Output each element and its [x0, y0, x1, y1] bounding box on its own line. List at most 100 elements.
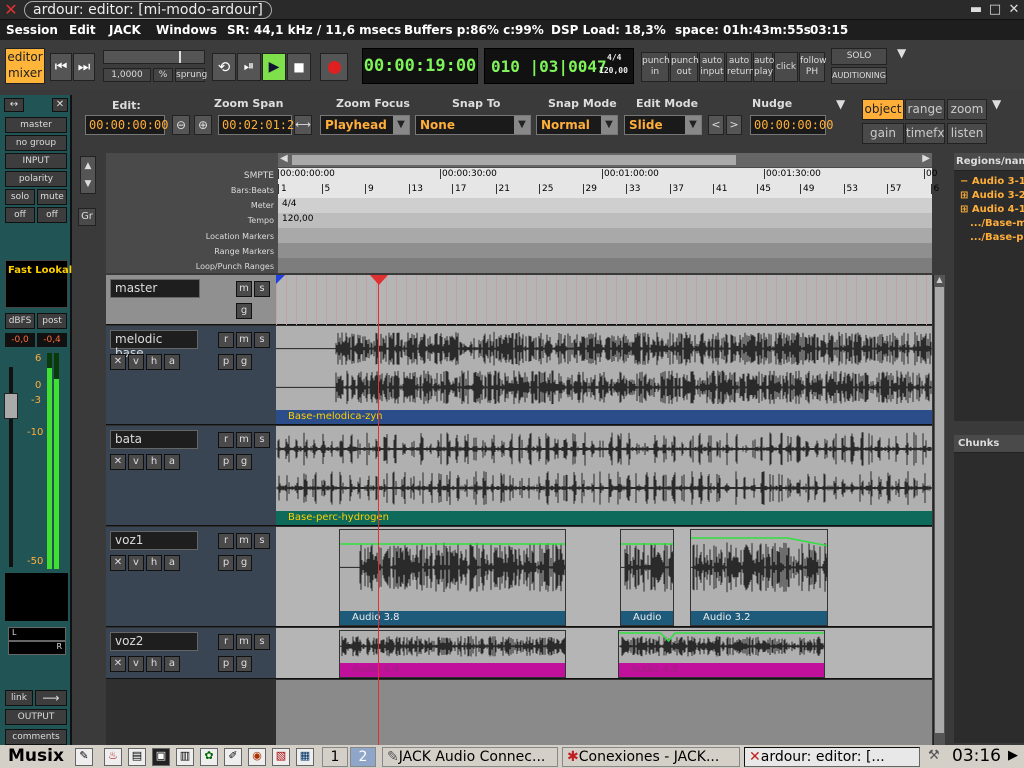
track-header-bata[interactable]: bata r m s ✕ v h a p g [106, 426, 276, 526]
region-item-base-p[interactable]: .../Base-p [970, 232, 1023, 243]
group-tab-button[interactable]: Gr [78, 208, 96, 226]
track-lane-voz1[interactable]: Audio 3.8 Audio 3. Audio 3.2 [276, 527, 932, 627]
edit-clock[interactable]: 00:00:00:00 [85, 115, 168, 135]
region-item-audio-4-1[interactable]: ⊞ Audio 4-1 [960, 204, 1024, 215]
track-lane-bata[interactable]: Base-perc-hydrogen [276, 426, 932, 526]
track-name-melodic-base[interactable]: melodic base [110, 330, 198, 360]
melodic-playlist-button[interactable]: p [218, 354, 234, 370]
track-header-melodic-base[interactable]: melodic base r m s ✕ v h a p g [106, 326, 276, 425]
bata-mute-button[interactable]: m [236, 432, 252, 448]
menu-session[interactable]: Session [6, 23, 58, 37]
smpte-ruler[interactable]: 00:00:00:00 00:00:30:00 00:01:00:00 00:01:3… [278, 168, 937, 183]
strip-group-button[interactable]: no group [5, 135, 67, 151]
bata-solo-button[interactable]: s [254, 432, 270, 448]
track-name-voz2[interactable]: voz2 [110, 632, 198, 651]
chunks-header[interactable]: Chunks [954, 435, 1024, 453]
launcher-java-icon[interactable]: ♨ [104, 748, 122, 766]
scroll-up-icon[interactable]: ▲ [81, 157, 95, 175]
voz1-solo-button[interactable]: s [254, 533, 270, 549]
launcher-terminal-icon[interactable]: ▣ [152, 748, 170, 766]
auto-input-button[interactable]: auto input [699, 52, 725, 82]
voz2-mute-button[interactable]: m [236, 634, 252, 650]
voz2-height-button[interactable]: h [146, 656, 162, 672]
shuttle-unit[interactable]: % [153, 68, 173, 82]
zoom-out-icon[interactable]: ⊕ [194, 115, 212, 135]
solo-button[interactable]: SOLO [831, 48, 887, 65]
region-audio-3-2[interactable]: Audio 3.2 [690, 529, 828, 626]
launcher-image-icon[interactable]: ▧ [272, 748, 290, 766]
snap-mode-select[interactable]: Normal ▼ [536, 115, 618, 135]
strip-comments-button[interactable]: comments [5, 729, 67, 745]
region-base-melodica[interactable]: Base-melodica-zyn [276, 326, 932, 424]
voz2-playlist-button[interactable]: p [218, 656, 234, 672]
task-conexiones[interactable]: ✱Conexiones - JACK... [562, 747, 740, 767]
track-name-master[interactable]: master [110, 279, 200, 298]
melodic-mute-button[interactable]: m [236, 332, 252, 348]
panner-right[interactable]: R [8, 641, 66, 655]
track-name-bata[interactable]: bata [110, 430, 198, 449]
toolbar-menu-arrow-icon[interactable]: ▼ [836, 97, 845, 111]
punch-in-button[interactable]: punch in [641, 52, 670, 82]
shuttle-mode[interactable]: sprung [175, 68, 207, 82]
transport-menu-arrow-icon[interactable]: ▼ [897, 46, 906, 60]
workspace-2[interactable]: 2 [350, 747, 376, 767]
launcher-editor-icon[interactable]: ✎ [75, 748, 93, 766]
zoom-in-icon[interactable]: ⊖ [172, 115, 190, 135]
bata-graph-button[interactable]: g [236, 454, 252, 470]
start-button[interactable]: Musix [2, 746, 68, 767]
snap-to-select[interactable]: None ▼ [415, 115, 531, 135]
menu-jack[interactable]: JACK [109, 23, 141, 37]
melodic-record-button[interactable]: r [218, 332, 234, 348]
mode-timefx-button[interactable]: timefx [905, 123, 945, 144]
track-scroll-buttons[interactable]: ▲ ▼ [80, 156, 96, 194]
voz1-graph-button[interactable]: g [236, 555, 252, 571]
melodic-hide-button[interactable]: ✕ [110, 354, 126, 370]
secondary-clock[interactable]: 010 |03|0047 4/4 120,00 [484, 48, 634, 84]
launcher-files-icon[interactable]: ▥ [176, 748, 194, 766]
dbfs-button[interactable]: dBFS [5, 313, 35, 329]
empty-track-area[interactable] [276, 680, 932, 745]
melodic-graph-button[interactable]: g [236, 354, 252, 370]
bata-hide-button[interactable]: ✕ [110, 454, 126, 470]
menu-windows[interactable]: Windows [156, 23, 217, 37]
strip-close-icon[interactable]: ✕ [52, 98, 68, 112]
stop-button[interactable]: ■ [287, 53, 311, 81]
play-range-button[interactable]: ⏯ [237, 53, 261, 81]
mode-gain-button[interactable]: gain [862, 123, 904, 144]
gain-fader-handle[interactable] [4, 393, 18, 419]
goto-start-button[interactable]: ⏮ [50, 53, 72, 81]
nudge-clock[interactable]: 00:00:00:00 [750, 115, 833, 135]
tempo-marker[interactable]: 120,00 [282, 214, 314, 224]
voz2-hide-button[interactable]: ✕ [110, 656, 126, 672]
regions-header[interactable]: Regions/nam [954, 153, 1024, 171]
melodic-automation-button[interactable]: a [164, 354, 180, 370]
strip-solo-button[interactable]: solo [5, 189, 35, 205]
pan-direction-icon[interactable]: ⟶ [35, 690, 67, 706]
menu-edit[interactable]: Edit [69, 23, 96, 37]
voz1-playlist-button[interactable]: p [218, 555, 234, 571]
summary-scrollbar[interactable]: ◀ ▶ [278, 153, 932, 167]
voz1-record-button[interactable]: r [218, 533, 234, 549]
plugin-box[interactable]: Fast Lookal [5, 260, 72, 308]
playhead-line[interactable] [378, 275, 379, 745]
track-lane-voz2[interactable]: Audio 4.4 Audio 4.8 [276, 628, 932, 679]
primary-clock[interactable]: 00:00:19:00 [362, 48, 478, 84]
bata-playlist-button[interactable]: p [218, 454, 234, 470]
mode-range-button[interactable]: range [905, 99, 945, 120]
strip-mute-button[interactable]: mute [37, 189, 67, 205]
auto-return-button[interactable]: auto return [726, 52, 755, 82]
close-icon[interactable]: ✕ [1006, 2, 1022, 18]
workspace-1[interactable]: 1 [322, 747, 348, 767]
zoom-focus-select[interactable]: Playhead ▼ [320, 115, 410, 135]
regions-list[interactable]: − Audio 3-1 ⊞ Audio 3-2 ⊞ Audio 4-1 .../… [954, 171, 1024, 421]
voz1-visual-button[interactable]: v [128, 555, 144, 571]
track-header-master[interactable]: master m s g [106, 275, 276, 325]
vscroll-thumb[interactable] [935, 287, 944, 733]
strip-input-button[interactable]: INPUT [5, 153, 67, 169]
shuttle-value[interactable]: 1,0000 [103, 68, 151, 82]
strip-output-button[interactable]: OUTPUT [5, 709, 67, 725]
bata-height-button[interactable]: h [146, 454, 162, 470]
track-lane-melodic-base[interactable]: Base-melodica-zyn [276, 326, 932, 425]
region-audio-3-8[interactable]: Audio 3.8 [339, 529, 566, 626]
launcher-pen-icon[interactable]: ✐ [224, 748, 242, 766]
